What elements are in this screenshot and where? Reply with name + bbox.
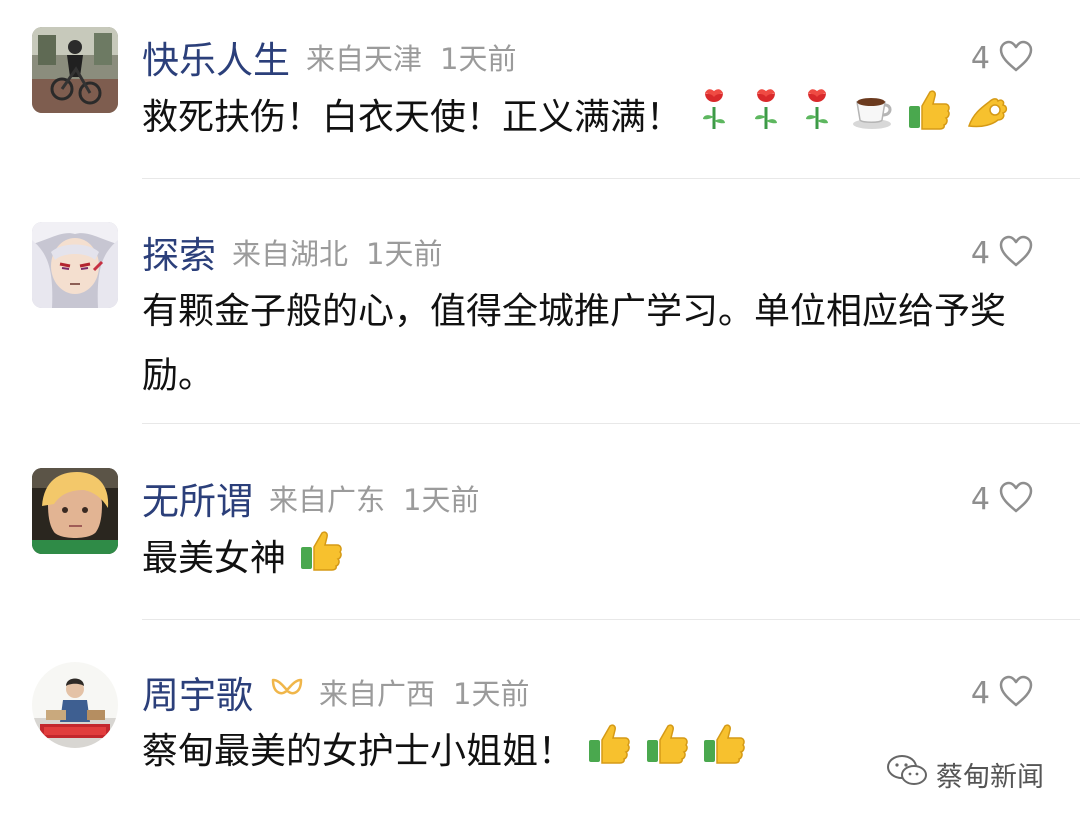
username[interactable]: 快乐人生 (142, 30, 290, 84)
thumbs-up-emoji (702, 721, 746, 785)
username[interactable]: 周宇歌 (142, 665, 253, 719)
coffee-emoji (850, 87, 894, 151)
watermark-label: 蔡甸新闻 (936, 762, 1044, 793)
comment-text: 有颗金子般的心，值得全城推广学习。单位相应给予奖励。 (142, 280, 1042, 408)
timestamp: 1天前 (403, 483, 480, 517)
comment-text: 最美女神 (142, 527, 1042, 592)
username[interactable]: 无所谓 (142, 471, 253, 525)
ok-hand-emoji (965, 87, 1011, 151)
username[interactable]: 探索 (142, 225, 216, 279)
avatar[interactable] (32, 662, 118, 748)
comment-header: 探索 来自湖北 1天前 (142, 222, 460, 282)
comment-body: 蔡甸最美的女护士小姐姐！ (142, 731, 575, 772)
avatar[interactable] (32, 222, 118, 308)
comment-body: 最美女神 (142, 538, 287, 579)
like-count: 4 (970, 675, 990, 711)
thumbs-up-emoji (587, 721, 631, 785)
location-label: 来自湖北 (232, 237, 349, 271)
heart-icon[interactable] (998, 674, 1034, 712)
timestamp: 1天前 (366, 237, 443, 271)
divider (142, 178, 1080, 179)
thumbs-up-emoji (645, 721, 689, 785)
comment-header: 无所谓 来自广东 1天前 (142, 468, 497, 528)
location-label: 来自广西 (319, 677, 436, 711)
timestamp: 1天前 (453, 677, 530, 711)
thumbs-up-emoji (907, 87, 951, 151)
location-label: 来自天津 (306, 42, 423, 76)
heart-icon[interactable] (998, 39, 1034, 77)
rose-emoji (798, 87, 836, 152)
like-button[interactable]: 4 (971, 223, 1034, 283)
heart-icon[interactable] (998, 480, 1034, 518)
comment-item-2: 探索 来自湖北 1天前 4 有颗金子般的心，值得全城推广学习。单位相应给予奖励。 (0, 180, 1080, 425)
rose-emoji (695, 87, 733, 152)
location-label: 来自广东 (269, 483, 386, 517)
comment-item-1: 快乐人生 来自天津 1天前 4 救死扶伤！白衣天使！正义满满！ (0, 0, 1080, 180)
avatar[interactable] (32, 468, 118, 554)
like-count: 4 (970, 235, 990, 271)
like-count: 4 (970, 481, 990, 517)
like-button[interactable]: 4 (971, 469, 1034, 529)
like-button[interactable]: 4 (971, 663, 1034, 723)
comment-body: 有颗金子般的心，值得全城推广学习。单位相应给予奖励。 (142, 291, 1007, 396)
comment-text: 救死扶伤！白衣天使！正义满满！ (142, 86, 1042, 152)
timestamp: 1天前 (440, 42, 517, 76)
wechat-logo-icon (886, 753, 936, 796)
comment-body: 救死扶伤！白衣天使！正义满满！ (142, 97, 683, 138)
avatar[interactable] (32, 27, 118, 113)
ribbon-badge-icon (269, 676, 305, 708)
thumbs-up-emoji (299, 528, 343, 592)
comment-header: 快乐人生 来自天津 1天前 (142, 27, 534, 87)
divider (142, 423, 1080, 424)
heart-icon[interactable] (998, 234, 1034, 272)
like-count: 4 (970, 40, 990, 76)
comment-header: 周宇歌 来自广西 1天前 (142, 662, 547, 722)
comment-item-3: 无所谓 来自广东 1天前 4 最美女神 (0, 425, 1080, 620)
watermark: 蔡甸新闻 (886, 753, 1044, 796)
like-button[interactable]: 4 (971, 28, 1034, 88)
rose-emoji (747, 87, 785, 152)
